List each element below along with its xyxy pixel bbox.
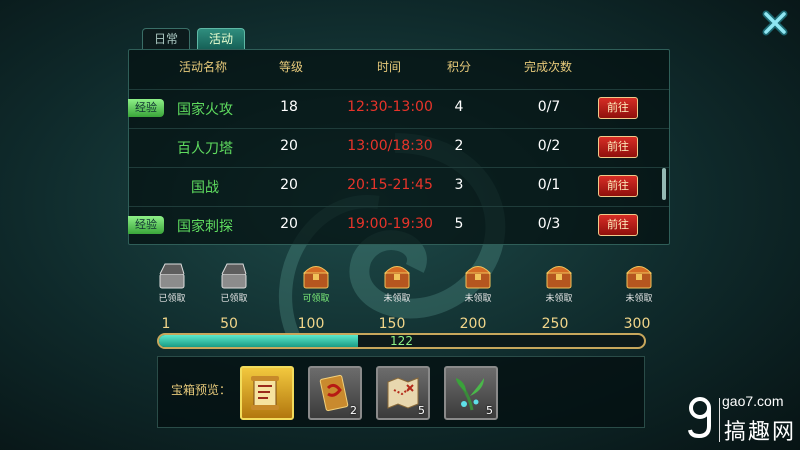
go-button[interactable]: 前往 [598,97,638,119]
activity-completions: 0/1 [537,177,561,193]
item-count: 5 [418,404,425,417]
go-button[interactable]: 前往 [598,214,638,236]
activity-name: 国家刺探 [177,219,233,235]
treasure-chest-icon [302,266,330,289]
milestone-value: 100 [297,316,325,332]
reward-item[interactable]: 2 [308,366,362,420]
activity-score: 3 [454,177,464,193]
milestone-value: 150 [378,316,406,332]
activity-level: 18 [280,99,298,115]
table-row: 经验 国家火攻 18 12:30-13:00 4 0/7 前往 [128,89,669,127]
milestone-value: 250 [541,316,569,332]
chest-status-label: 已领取 [158,294,186,304]
chest-status-label: 未领取 [625,294,653,304]
treasure-chest-icon [625,266,653,289]
reward-item[interactable]: 5 [444,366,498,420]
watermark-divider [719,398,720,442]
item-count: 2 [350,404,357,417]
table-row: 经验 国家刺探 20 19:00-19:30 5 0/3 前往 [128,206,669,244]
site-watermark: gao7.com 搞趣网 [680,392,800,450]
treasure-chest-icon [383,266,411,289]
chest-status-label: 未领取 [545,294,573,304]
reward-item[interactable] [240,366,294,420]
activity-name: 百人刀塔 [177,141,233,157]
activity-completions: 0/7 [537,99,561,115]
milestone-value: 50 [220,316,238,332]
chest-status-label: 可领取 [302,294,330,304]
chest-status-label: 已领取 [220,294,248,304]
progress-value: 122 [390,334,413,348]
go-button[interactable]: 前往 [598,175,638,197]
scroll-icon [251,376,279,410]
activity-level: 20 [280,138,298,154]
scrollbar-track[interactable] [661,50,667,244]
milestone-value: 200 [459,316,487,332]
treasure-chest-icon [464,266,492,289]
activity-level: 20 [280,177,298,193]
empty-chest-icon [159,263,185,289]
tab-event[interactable]: 活动 [197,28,245,50]
watermark-url: gao7.com [722,393,784,409]
empty-chest-icon [221,263,247,289]
chest-claimed[interactable]: 已领取 [209,262,259,304]
table-row: 百人刀塔 20 13:00/18:30 2 0/2 前往 [129,128,669,166]
item-count: 5 [486,404,493,417]
tab-daily-label: 日常 [153,32,178,46]
watermark-site-name: 搞趣网 [724,420,797,445]
activity-completions: 0/3 [537,216,561,232]
reward-item[interactable]: 5 [376,366,430,420]
scrollbar-thumb[interactable] [662,168,666,200]
tab-event-label: 活动 [208,32,233,46]
table-row: 国战 20 20:15-21:45 3 0/1 前往 [129,167,669,205]
chest-locked[interactable]: 未领取 [614,262,664,304]
milestone-value: 300 [623,316,651,332]
header-level: 等级 [278,60,303,74]
activity-level: 20 [280,216,298,232]
chest-locked[interactable]: 未领取 [453,262,503,304]
site-logo-icon [688,397,711,439]
go-button[interactable]: 前往 [598,136,638,158]
points-progress-bar: 122 [157,333,646,349]
activity-name: 国战 [191,180,219,196]
header-activity-name: 活动名称 [178,60,227,74]
header-score: 积分 [446,60,471,74]
milestone-value: 1 [161,316,171,332]
activity-name: 国家火攻 [177,102,233,118]
chest-locked[interactable]: 未领取 [372,262,422,304]
tab-daily[interactable]: 日常 [142,28,190,50]
activity-score: 4 [454,99,464,115]
chest-ready[interactable]: 可领取 [291,262,341,304]
chest-status-label: 未领取 [383,294,411,304]
chest-preview-label: 宝箱预览： [171,383,232,397]
activity-table: 活动名称 等级 时间 积分 完成次数 经验 国家火攻 18 12:30-13:0… [128,49,670,245]
chest-claimed[interactable]: 已领取 [147,262,197,304]
activity-score: 2 [454,138,464,154]
activity-completions: 0/2 [537,138,561,154]
header-completions: 完成次数 [523,60,572,74]
chest-status-label: 未领取 [464,294,492,304]
chest-locked[interactable]: 未领取 [534,262,584,304]
activity-score: 5 [454,216,464,232]
close-icon[interactable] [760,8,790,38]
chest-preview-panel: 宝箱预览： 2 5 5 [157,356,645,428]
treasure-chest-icon [545,266,573,289]
